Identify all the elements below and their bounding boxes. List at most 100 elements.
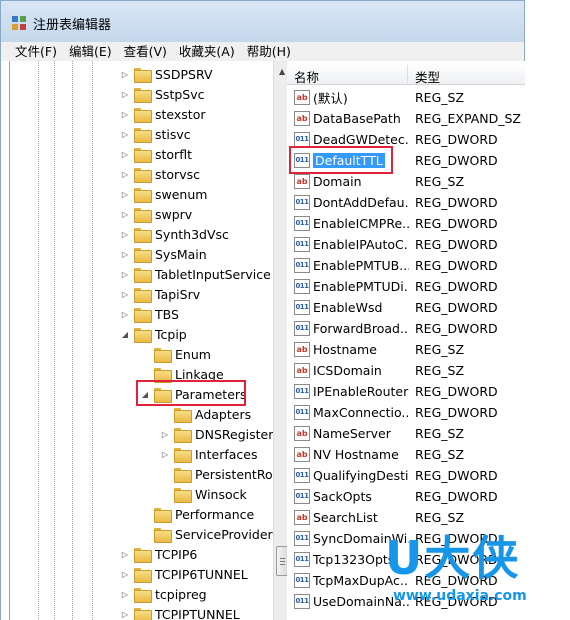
- value-row[interactable]: ab DataBasePath REG_EXPAND_SZ: [287, 108, 525, 129]
- tree-item[interactable]: Enum: [140, 344, 211, 364]
- scroll-up-arrow-icon[interactable]: ▲: [279, 67, 285, 76]
- value-type: REG_SZ: [415, 174, 465, 189]
- value-row[interactable]: 011 DefaultTTL REG_DWORD: [287, 150, 525, 171]
- tree-expander-icon[interactable]: ▷: [120, 310, 130, 319]
- tree-item[interactable]: ▷ Interfaces: [160, 444, 257, 464]
- tree-expander-icon[interactable]: ▷: [120, 210, 130, 219]
- tree-expander-icon[interactable]: ▷: [120, 90, 130, 99]
- menu-help[interactable]: 帮助(H): [241, 42, 297, 61]
- value-type: REG_SZ: [415, 447, 465, 462]
- tree-expander-icon[interactable]: ▷: [120, 550, 130, 559]
- value-row[interactable]: 011 IPEnableRouter REG_DWORD: [287, 381, 525, 402]
- tree-expander-icon[interactable]: ▷: [120, 570, 130, 579]
- value-row[interactable]: 011 EnableWsd REG_DWORD: [287, 297, 525, 318]
- tree-item[interactable]: ▷ SstpSvc: [120, 84, 205, 104]
- tree-item-label: Parameters: [175, 386, 247, 402]
- tree-item[interactable]: ▷ SysMain: [120, 244, 207, 264]
- tree-item[interactable]: ▷ TCPIP6TUNNEL: [120, 564, 248, 584]
- tree-item-label: TCPIPTUNNEL: [155, 606, 240, 620]
- tree-item[interactable]: ▷ storflt: [120, 144, 192, 164]
- value-type: REG_SZ: [415, 90, 465, 105]
- value-row[interactable]: 011 DontAddDefau... REG_DWORD: [287, 192, 525, 213]
- tree-expander-icon[interactable]: ▷: [120, 610, 130, 619]
- value-row[interactable]: ab ICSDomain REG_SZ: [287, 360, 525, 381]
- value-type: REG_DWORD: [415, 384, 498, 399]
- tree-item[interactable]: PersistentRou: [160, 464, 281, 484]
- column-header: 名称 类型: [287, 63, 525, 85]
- string-value-icon: ab: [294, 510, 310, 525]
- tree-item[interactable]: Linkage: [140, 364, 224, 384]
- column-separator[interactable]: [407, 65, 408, 83]
- tree-expander-icon[interactable]: ◢: [140, 390, 150, 399]
- value-row[interactable]: ab NameServer REG_SZ: [287, 423, 525, 444]
- value-row[interactable]: ab SearchList REG_SZ: [287, 507, 525, 528]
- value-row[interactable]: ab Hostname REG_SZ: [287, 339, 525, 360]
- value-row[interactable]: 011 ForwardBroad... REG_DWORD: [287, 318, 525, 339]
- tree-expander-icon[interactable]: ▷: [120, 230, 130, 239]
- tree-expander-icon[interactable]: ▷: [120, 150, 130, 159]
- value-row[interactable]: 011 EnableICMPRe... REG_DWORD: [287, 213, 525, 234]
- tree-item[interactable]: ▷ storvsc: [120, 164, 200, 184]
- tree-expander-icon[interactable]: ▷: [120, 290, 130, 299]
- tree-item[interactable]: ▷ TBS: [120, 304, 179, 324]
- value-type: REG_DWORD: [415, 321, 498, 336]
- tree-item[interactable]: Performance: [140, 504, 254, 524]
- menu-view[interactable]: 查看(V): [118, 42, 173, 61]
- dword-value-icon: 011: [294, 321, 310, 336]
- tree-expander-icon[interactable]: ◢: [120, 330, 130, 339]
- tree-item[interactable]: ▷ TCPIPTUNNEL: [120, 604, 240, 620]
- value-row[interactable]: 011 EnablePMTUB... REG_DWORD: [287, 255, 525, 276]
- folder-icon: [134, 227, 152, 243]
- value-row[interactable]: ab Domain REG_SZ: [287, 171, 525, 192]
- tree-expander-icon[interactable]: ▷: [120, 590, 130, 599]
- value-row[interactable]: 011 EnableIPAutoC... REG_DWORD: [287, 234, 525, 255]
- tree-item[interactable]: ▷ TCPIP6: [120, 544, 197, 564]
- tree-item[interactable]: ▷ swprv: [120, 204, 192, 224]
- tree-item[interactable]: ▷ swenum: [120, 184, 207, 204]
- tree-expander-icon[interactable]: ▷: [120, 170, 130, 179]
- value-row[interactable]: 011 EnablePMTUDi... REG_DWORD: [287, 276, 525, 297]
- tree-item[interactable]: ServiceProvider: [140, 524, 273, 544]
- value-row[interactable]: 011 SackOpts REG_DWORD: [287, 486, 525, 507]
- tree-expander-icon[interactable]: ▷: [120, 70, 130, 79]
- tree-item[interactable]: ▷ stexstor: [120, 104, 205, 124]
- tree-item[interactable]: ◢ Parameters: [140, 384, 247, 404]
- value-type: REG_EXPAND_SZ: [415, 111, 521, 126]
- value-row[interactable]: 011QualifyingDesti... REG_DWORD: [287, 465, 525, 486]
- value-type: REG_DWORD: [415, 489, 498, 504]
- tree-item[interactable]: ▷ tcpipreg: [120, 584, 207, 604]
- tree-expander-icon[interactable]: ▷: [160, 450, 170, 459]
- tree-item-label: Enum: [175, 346, 211, 362]
- tree-item[interactable]: ▷ TapiSrv: [120, 284, 200, 304]
- tree-item[interactable]: ▷ TabletInputService: [120, 264, 271, 284]
- menu-favorites[interactable]: 收藏夹(A): [173, 42, 241, 61]
- tree-item[interactable]: ▷ stisvc: [120, 124, 191, 144]
- value-row[interactable]: 011 DeadGWDetec... REG_DWORD: [287, 129, 525, 150]
- value-name: EnableIPAutoC...: [313, 237, 409, 252]
- tree-item[interactable]: ▷ SSDPSRV: [120, 64, 213, 84]
- tree-item[interactable]: Adapters: [160, 404, 251, 424]
- value-row[interactable]: 011 MaxConnectio... REG_DWORD: [287, 402, 525, 423]
- tree-expander-icon[interactable]: ▷: [160, 430, 170, 439]
- tree-item-label: SstpSvc: [155, 86, 205, 102]
- value-name: DeadGWDetec...: [313, 132, 409, 147]
- tree-item[interactable]: ▷ Synth3dVsc: [120, 224, 229, 244]
- column-type-header[interactable]: 类型: [415, 67, 440, 86]
- tree-expander-icon[interactable]: ▷: [120, 250, 130, 259]
- tree-item[interactable]: ▷ DNSRegistere: [160, 424, 281, 444]
- tree-expander-icon[interactable]: ▷: [120, 110, 130, 119]
- tree-item[interactable]: Winsock: [160, 484, 247, 504]
- folder-icon: [154, 507, 172, 523]
- value-row[interactable]: ab NV Hostname REG_SZ: [287, 444, 525, 465]
- tree-item[interactable]: ◢ Tcpip: [120, 324, 187, 344]
- tree-expander-icon[interactable]: ▷: [120, 270, 130, 279]
- menu-file[interactable]: 文件(F): [9, 42, 63, 61]
- string-value-icon: ab: [294, 363, 310, 378]
- tree-expander-icon[interactable]: ▷: [120, 190, 130, 199]
- column-name-header[interactable]: 名称: [294, 67, 319, 86]
- tree-item-label: Performance: [175, 506, 255, 522]
- menu-edit[interactable]: 编辑(E): [63, 42, 118, 61]
- folder-icon: [134, 327, 152, 343]
- value-row[interactable]: ab (默认) REG_SZ: [287, 87, 525, 108]
- tree-expander-icon[interactable]: ▷: [120, 130, 130, 139]
